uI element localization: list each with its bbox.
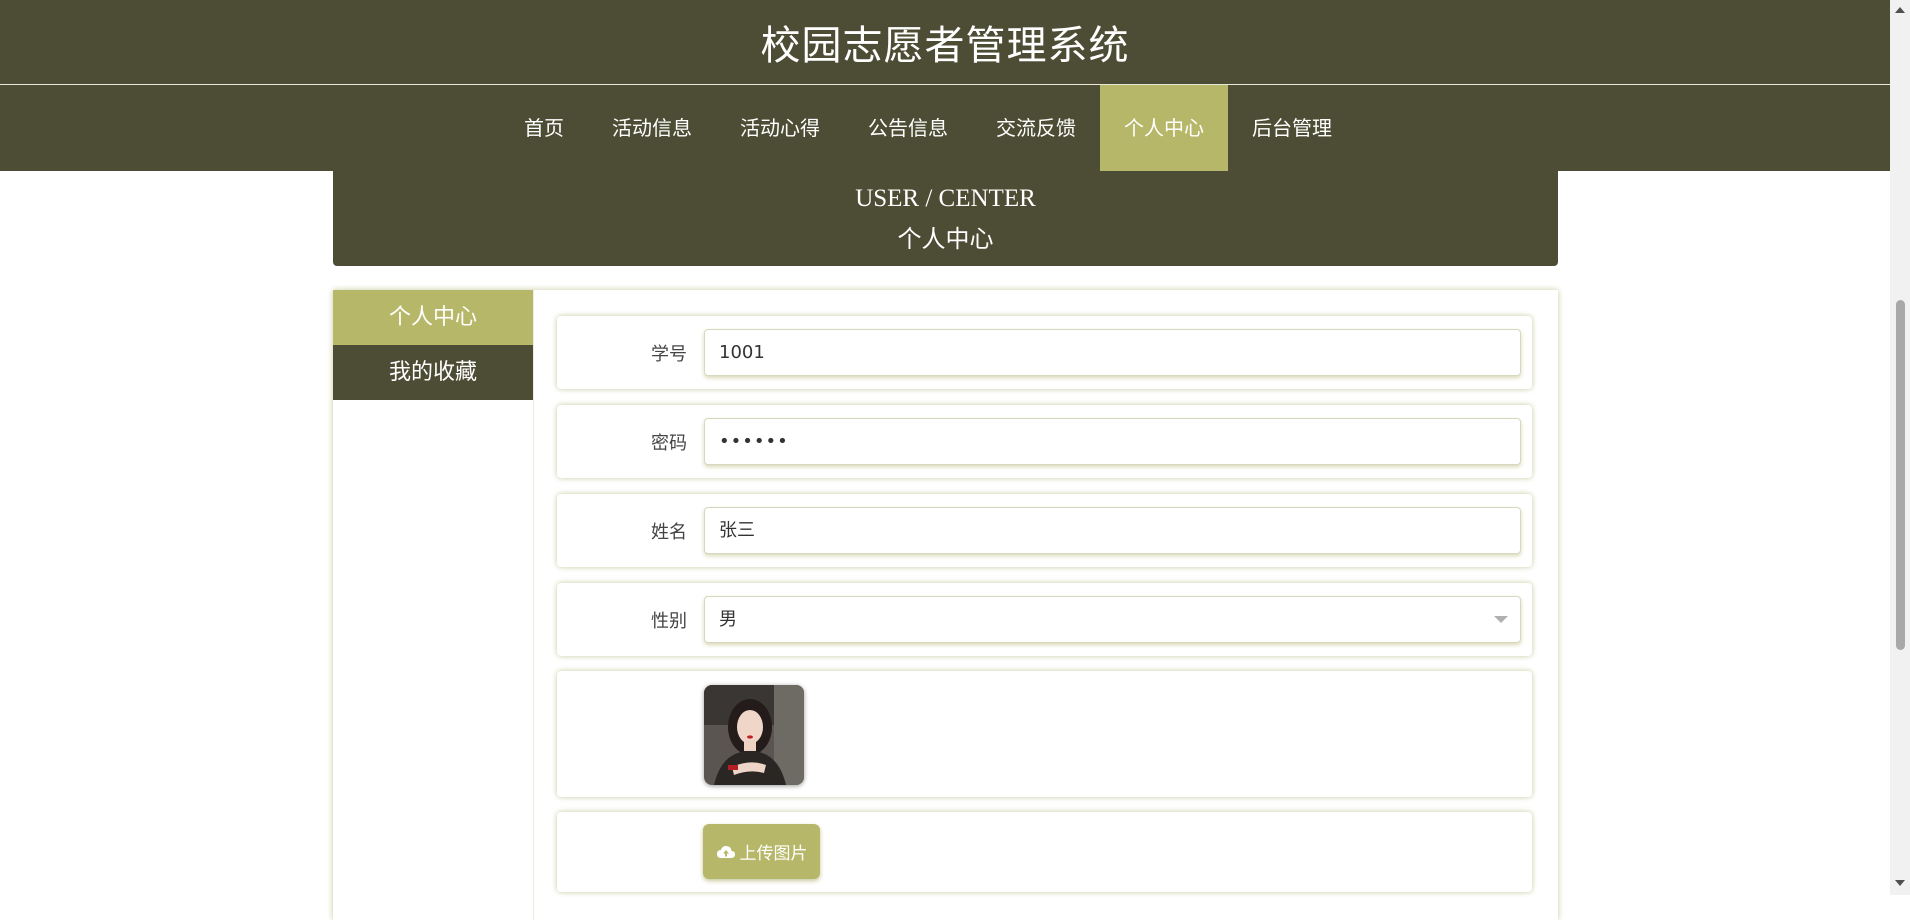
nav-item-home[interactable]: 首页 bbox=[500, 85, 588, 171]
student-id-label: 学号 bbox=[651, 343, 687, 365]
upload-image-button[interactable]: 上传图片 bbox=[703, 824, 820, 879]
nav-item-feedback[interactable]: 交流反馈 bbox=[972, 85, 1100, 171]
nav-item-announcements[interactable]: 公告信息 bbox=[844, 85, 972, 171]
gender-label: 性别 bbox=[651, 610, 687, 632]
page-banner: USER / CENTER 个人中心 bbox=[333, 171, 1558, 266]
upload-button-label: 上传图片 bbox=[739, 844, 808, 864]
nav-item-activities[interactable]: 活动信息 bbox=[588, 85, 716, 171]
chevron-down-icon bbox=[1494, 616, 1508, 623]
side-divider bbox=[533, 290, 534, 920]
site-header: 校园志愿者管理系统 bbox=[0, 0, 1890, 85]
nav-item-experiences[interactable]: 活动心得 bbox=[716, 85, 844, 171]
password-input[interactable]: •••••• bbox=[704, 418, 1521, 465]
avatar bbox=[704, 685, 804, 785]
form-row-upload: 上传图片 bbox=[557, 812, 1532, 892]
gender-selected-value: 男 bbox=[719, 609, 737, 630]
banner-title-cn: 个人中心 bbox=[897, 225, 994, 253]
avatar-photo bbox=[704, 685, 804, 785]
name-label: 姓名 bbox=[651, 521, 687, 543]
gender-select[interactable]: 男 bbox=[704, 596, 1521, 643]
form-row-gender: 性别 男 bbox=[557, 583, 1532, 656]
form-row-password: 密码 •••••• bbox=[557, 405, 1532, 478]
nav-item-admin[interactable]: 后台管理 bbox=[1228, 85, 1356, 171]
scroll-thumb[interactable] bbox=[1896, 300, 1905, 650]
form-row-student-id: 学号 1001 bbox=[557, 316, 1532, 389]
form-row-name: 姓名 张三 bbox=[557, 494, 1532, 567]
user-center-panel: 个人中心 我的收藏 学号 1001 密码 •••••• 姓名 张三 性别 男 上… bbox=[333, 290, 1558, 920]
nav-item-user-center[interactable]: 个人中心 bbox=[1100, 85, 1228, 171]
scroll-up-arrow-icon[interactable] bbox=[1895, 7, 1905, 13]
cloud-upload-icon bbox=[716, 845, 735, 858]
name-input[interactable]: 张三 bbox=[704, 507, 1521, 554]
nav-list: 首页 活动信息 活动心得 公告信息 交流反馈 个人中心 后台管理 bbox=[500, 85, 1356, 171]
site-title: 校园志愿者管理系统 bbox=[760, 23, 1130, 69]
banner-title-en: USER / CENTER bbox=[855, 185, 1036, 212]
student-id-input[interactable]: 1001 bbox=[704, 329, 1521, 376]
form-row-avatar bbox=[557, 671, 1532, 797]
main-nav: 首页 活动信息 活动心得 公告信息 交流反馈 个人中心 后台管理 bbox=[0, 85, 1890, 171]
side-item-user-center[interactable]: 个人中心 bbox=[333, 290, 533, 345]
scroll-down-arrow-icon[interactable] bbox=[1895, 880, 1905, 886]
page-scrollbar[interactable] bbox=[1890, 0, 1910, 895]
side-item-favorites[interactable]: 我的收藏 bbox=[333, 345, 533, 400]
side-menu: 个人中心 我的收藏 bbox=[333, 290, 533, 400]
password-label: 密码 bbox=[651, 432, 687, 454]
